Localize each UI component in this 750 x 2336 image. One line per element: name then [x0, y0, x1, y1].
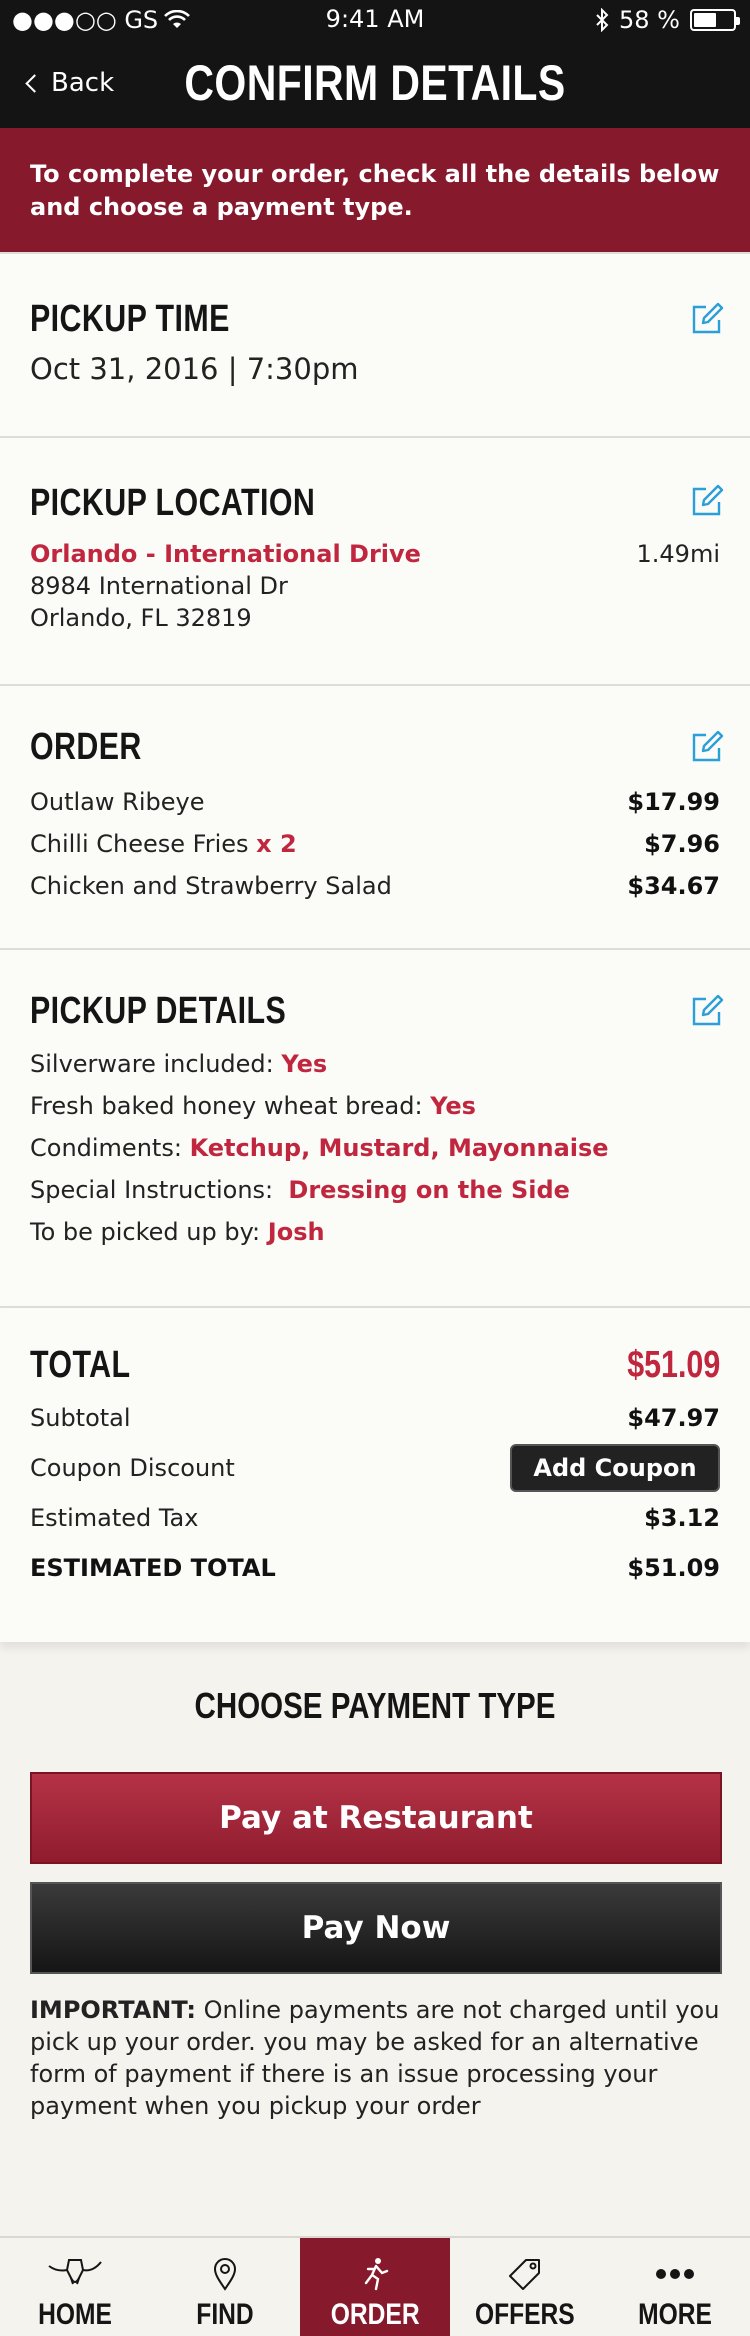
pickup-detail-row: To be picked up by: Josh [30, 1218, 720, 1246]
coupon-row: Coupon Discount [30, 1454, 235, 1482]
tab-label: MORE [638, 2298, 712, 2331]
coupon-label: Coupon Discount [30, 1454, 235, 1482]
edit-pickup-details-icon[interactable] [690, 994, 724, 1028]
total-heading: TOTAL [30, 1344, 131, 1386]
edit-order-icon[interactable] [690, 730, 724, 764]
order-item-name: Outlaw Ribeye [30, 788, 205, 816]
pickup-time-heading: PICKUP TIME [30, 298, 230, 340]
chevron-left-icon [25, 74, 44, 93]
page-title: CONFIRM DETAILS [184, 55, 566, 111]
address-line1-row: 8984 International Dr [30, 572, 720, 600]
nav-bar: Back CONFIRM DETAILS [0, 40, 750, 128]
tax-row: Estimated Tax $3.12 [30, 1504, 720, 1532]
battery-percent: 58 % [619, 6, 680, 34]
important-label: IMPORTANT: [30, 1996, 197, 2024]
pickup-time-value: Oct 31, 2016 | 7:30pm [30, 352, 359, 386]
pickup-detail-label: Fresh baked honey wheat bread: [30, 1092, 423, 1120]
status-bar: ●●●○○ GS 9:41 AM 58 % [0, 0, 750, 40]
pickup-time-section: PICKUP TIME Oct 31, 2016 | 7:30pm [0, 252, 750, 436]
tab-home[interactable]: HOME [0, 2238, 150, 2336]
pickup-detail-label: Silverware included: [30, 1050, 274, 1078]
pickup-location-heading: PICKUP LOCATION [30, 482, 316, 524]
edit-pickup-time-icon[interactable] [690, 302, 724, 336]
total-section: TOTAL $51.09 Subtotal $47.97 Coupon Disc… [0, 1306, 750, 1642]
estimated-total-row: ESTIMATED TOTAL $51.09 [30, 1554, 720, 1582]
subtotal-row: Subtotal $47.97 [30, 1404, 720, 1432]
pickup-detail-row: Special Instructions: Dressing on the Si… [30, 1176, 720, 1204]
payment-type-title: CHOOSE PAYMENT TYPE [194, 1685, 556, 1726]
order-heading: ORDER [30, 726, 142, 768]
address-line2-row: Orlando, FL 32819 [30, 604, 720, 632]
order-item-row: Chilli Cheese Fries x 2 $7.96 [30, 830, 720, 858]
address-line1: 8984 International Dr [30, 572, 288, 600]
pickup-detail-value: Dressing on the Side [288, 1176, 570, 1204]
more-dots-icon [656, 2269, 694, 2279]
instruction-banner: To complete your order, check all the de… [0, 128, 750, 252]
tab-label: FIND [196, 2298, 254, 2331]
location-distance: 1.49mi [636, 540, 720, 568]
total-amount: $51.09 [627, 1344, 720, 1386]
tag-icon [509, 2259, 540, 2290]
pickup-detail-label: Condiments: [30, 1134, 182, 1162]
tab-label: HOME [38, 2298, 112, 2331]
pickup-detail-row: Silverware included: Yes [30, 1050, 720, 1078]
tab-label: OFFERS [475, 2298, 575, 2331]
order-item-row: Chicken and Strawberry Salad $34.67 [30, 872, 720, 900]
estimated-total-label: ESTIMATED TOTAL [30, 1554, 276, 1582]
order-item-price: $7.96 [644, 830, 720, 858]
battery-icon [690, 9, 740, 31]
pickup-location-section: PICKUP LOCATION Orlando - International … [0, 436, 750, 684]
order-section: ORDER Outlaw Ribeye $17.99 Chilli Cheese… [0, 684, 750, 948]
tab-find[interactable]: FIND [150, 2238, 300, 2336]
tab-more[interactable]: MORE [600, 2238, 750, 2336]
pickup-details-section: PICKUP DETAILS Silverware included: Yes … [0, 948, 750, 1306]
pickup-detail-row: Condiments: Ketchup, Mustard, Mayonnaise [30, 1134, 720, 1162]
add-coupon-button[interactable]: Add Coupon [510, 1444, 720, 1492]
longhorn-icon [48, 2259, 102, 2285]
location-name[interactable]: Orlando - International Drive [30, 540, 421, 568]
order-item-qty: x 2 [256, 830, 297, 858]
pickup-detail-row: Fresh baked honey wheat bread: Yes [30, 1092, 720, 1120]
location-name-row: Orlando - International Drive 1.49mi [30, 540, 720, 568]
tab-offers[interactable]: OFFERS [450, 2238, 600, 2336]
subtotal-value: $47.97 [627, 1404, 720, 1432]
estimated-total-value: $51.09 [627, 1554, 720, 1582]
pay-now-button[interactable]: Pay Now [30, 1882, 722, 1974]
order-item-name: Chilli Cheese Fries [30, 830, 249, 858]
tax-label: Estimated Tax [30, 1504, 199, 1532]
pickup-detail-value: Josh [267, 1218, 325, 1246]
pickup-detail-value: Ketchup, Mustard, Mayonnaise [189, 1134, 609, 1162]
tab-bar: HOME FIND ORDER OFFERS MORE [0, 2236, 750, 2336]
edit-pickup-location-icon[interactable] [690, 484, 724, 518]
pickup-detail-label: To be picked up by: [30, 1218, 261, 1246]
tab-order[interactable]: ORDER [300, 2238, 450, 2336]
order-item-row: Outlaw Ribeye $17.99 [30, 788, 720, 816]
order-item-price: $17.99 [627, 788, 720, 816]
order-item-price: $34.67 [627, 872, 720, 900]
status-right: 58 % [595, 6, 740, 34]
bluetooth-icon [596, 8, 609, 32]
pickup-time-value-row: Oct 31, 2016 | 7:30pm [30, 352, 720, 386]
tab-label: ORDER [330, 2298, 420, 2331]
pickup-details-heading: PICKUP DETAILS [30, 990, 287, 1032]
pickup-detail-label: Special Instructions: [30, 1176, 274, 1204]
order-item-name: Chicken and Strawberry Salad [30, 872, 392, 900]
address-line2: Orlando, FL 32819 [30, 604, 252, 632]
important-notice: IMPORTANT: Online payments are not charg… [30, 1994, 722, 2122]
running-person-icon [364, 2258, 389, 2291]
tax-value: $3.12 [644, 1504, 720, 1532]
location-pin-icon [213, 2258, 237, 2291]
pickup-detail-value: Yes [430, 1092, 476, 1120]
pay-at-restaurant-button[interactable]: Pay at Restaurant [30, 1772, 722, 1864]
subtotal-label: Subtotal [30, 1404, 131, 1432]
pickup-detail-value: Yes [281, 1050, 328, 1078]
